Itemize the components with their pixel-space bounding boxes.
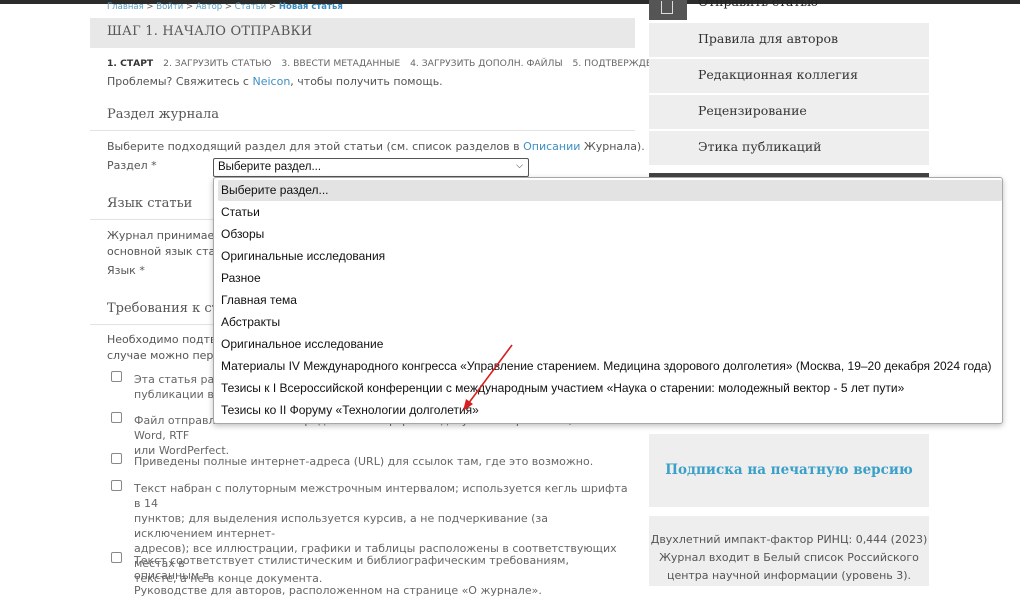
breadcrumb-sep: >: [224, 2, 233, 12]
requirement-text: Текст соответствует стилистическим и биб…: [134, 554, 569, 597]
sidebar-item-editorial-board[interactable]: Редакционная коллегия: [649, 59, 929, 93]
section-label: Раздел *: [107, 159, 157, 172]
section-description: Выберите подходящий раздел для этой стат…: [107, 140, 645, 153]
section-desc-before: Выберите подходящий раздел для этой стат…: [107, 140, 524, 153]
help-text: Проблемы? Свяжитесь с Neicon, чтобы полу…: [107, 75, 443, 88]
divider: [90, 130, 635, 131]
breadcrumb: Главная > Войти > Автор > Статьи > Новая…: [107, 2, 343, 12]
language-heading: Язык статьи: [107, 196, 193, 211]
step-2: 2. ЗАГРУЗИТЬ СТАТЬЮ: [163, 58, 272, 69]
step-4: 4. ЗАГРУЗИТЬ ДОПОЛН. ФАЙЛЫ: [410, 58, 563, 69]
requirement-checkbox[interactable]: [111, 412, 122, 423]
dropdown-option[interactable]: Оригинальное исследование: [218, 334, 1002, 355]
impact-line-1: Двухлетний импакт-фактор РИНЦ: 0,444 (20…: [650, 533, 928, 546]
breadcrumb-author[interactable]: Автор: [196, 2, 222, 12]
requirements-intro-line1: Необходимо подтве: [107, 333, 224, 346]
sidebar-item-ethics[interactable]: Этика публикаций: [649, 131, 929, 165]
impact-line-2: Журнал входит в Белый список Российского: [659, 551, 919, 564]
sidebar-item-review[interactable]: Рецензирование: [649, 95, 929, 129]
subscribe-print-link[interactable]: Подписка на печатную версию: [649, 434, 929, 507]
document-icon: [661, 1, 673, 14]
step-1: 1. СТАРТ: [107, 58, 154, 69]
breadcrumb-sep: >: [186, 2, 194, 12]
requirements-heading: Требования к ста: [107, 301, 227, 316]
chevron-down-icon: ⌵: [516, 160, 523, 170]
neicon-link[interactable]: Neicon: [252, 75, 290, 88]
breadcrumb-home[interactable]: Главная: [107, 2, 144, 12]
dropdown-option[interactable]: Главная тема: [218, 290, 1002, 311]
step-3: 3. ВВЕСТИ МЕТАДАННЫЕ: [281, 58, 401, 69]
requirement-text: Приведены полные интернет-адреса (URL) д…: [134, 455, 594, 468]
section-select[interactable]: Выберите раздел... ⌵: [213, 158, 529, 177]
dropdown-option[interactable]: Выберите раздел...: [218, 180, 1002, 201]
dropdown-option[interactable]: Материалы IV Международного конгресса «У…: [218, 356, 1002, 377]
dropdown-option[interactable]: Оригинальные исследования: [218, 246, 1002, 267]
help-text-after: , чтобы получить помощь.: [290, 75, 443, 88]
requirements-intro-line2: случае можно перей: [107, 349, 228, 362]
section-select-value: Выберите раздел...: [218, 161, 322, 173]
impact-line-3: центра научной информации (уровень 3).: [666, 569, 912, 582]
breadcrumb-login[interactable]: Войти: [156, 2, 183, 12]
section-heading: Раздел журнала: [107, 107, 220, 122]
requirement-checkbox[interactable]: [111, 480, 122, 491]
sidebar-item-author-rules[interactable]: Правила для авторов: [649, 23, 929, 57]
breadcrumb-articles[interactable]: Статьи: [235, 2, 267, 12]
description-link[interactable]: Описании: [523, 140, 580, 153]
breadcrumb-current[interactable]: Новая статья: [279, 2, 343, 12]
section-desc-after: Журнала).: [580, 140, 645, 153]
requirement-checkbox[interactable]: [111, 453, 122, 464]
breadcrumb-sep: >: [146, 2, 154, 12]
help-text-before: Проблемы? Свяжитесь с: [107, 75, 253, 88]
dropdown-option[interactable]: Обзоры: [218, 224, 1002, 245]
page-title: ШАГ 1. НАЧАЛО ОТПРАВКИ: [90, 18, 635, 48]
language-label: Язык *: [107, 264, 145, 277]
dropdown-option[interactable]: Статьи: [218, 202, 1002, 223]
requirement-checkbox[interactable]: [111, 552, 122, 563]
language-desc-line1: Журнал принимает с: [107, 229, 231, 242]
dropdown-option[interactable]: Абстракты: [218, 312, 1002, 333]
breadcrumb-sep: >: [269, 2, 277, 12]
step-progress: 1. СТАРТ 2. ЗАГРУЗИТЬ СТАТЬЮ 3. ВВЕСТИ М…: [107, 58, 678, 69]
dropdown-option[interactable]: Тезисы к I Всероссийской конференции с м…: [218, 378, 1002, 399]
dropdown-option[interactable]: Разное: [218, 268, 1002, 289]
dropdown-option[interactable]: Тезисы ко II Форуму «Технологии долголет…: [218, 400, 1002, 421]
requirement-checkbox[interactable]: [111, 371, 122, 382]
language-desc-line2: основной язык стать: [107, 245, 229, 258]
section-dropdown-list[interactable]: Выберите раздел... Статьи Обзоры Оригина…: [213, 177, 1003, 424]
sidebar-submit-link[interactable]: Отправить статью: [698, 0, 818, 9]
impact-factor-box: Двухлетний импакт-фактор РИНЦ: 0,444 (20…: [649, 516, 929, 586]
submit-icon-box[interactable]: [649, 0, 687, 20]
